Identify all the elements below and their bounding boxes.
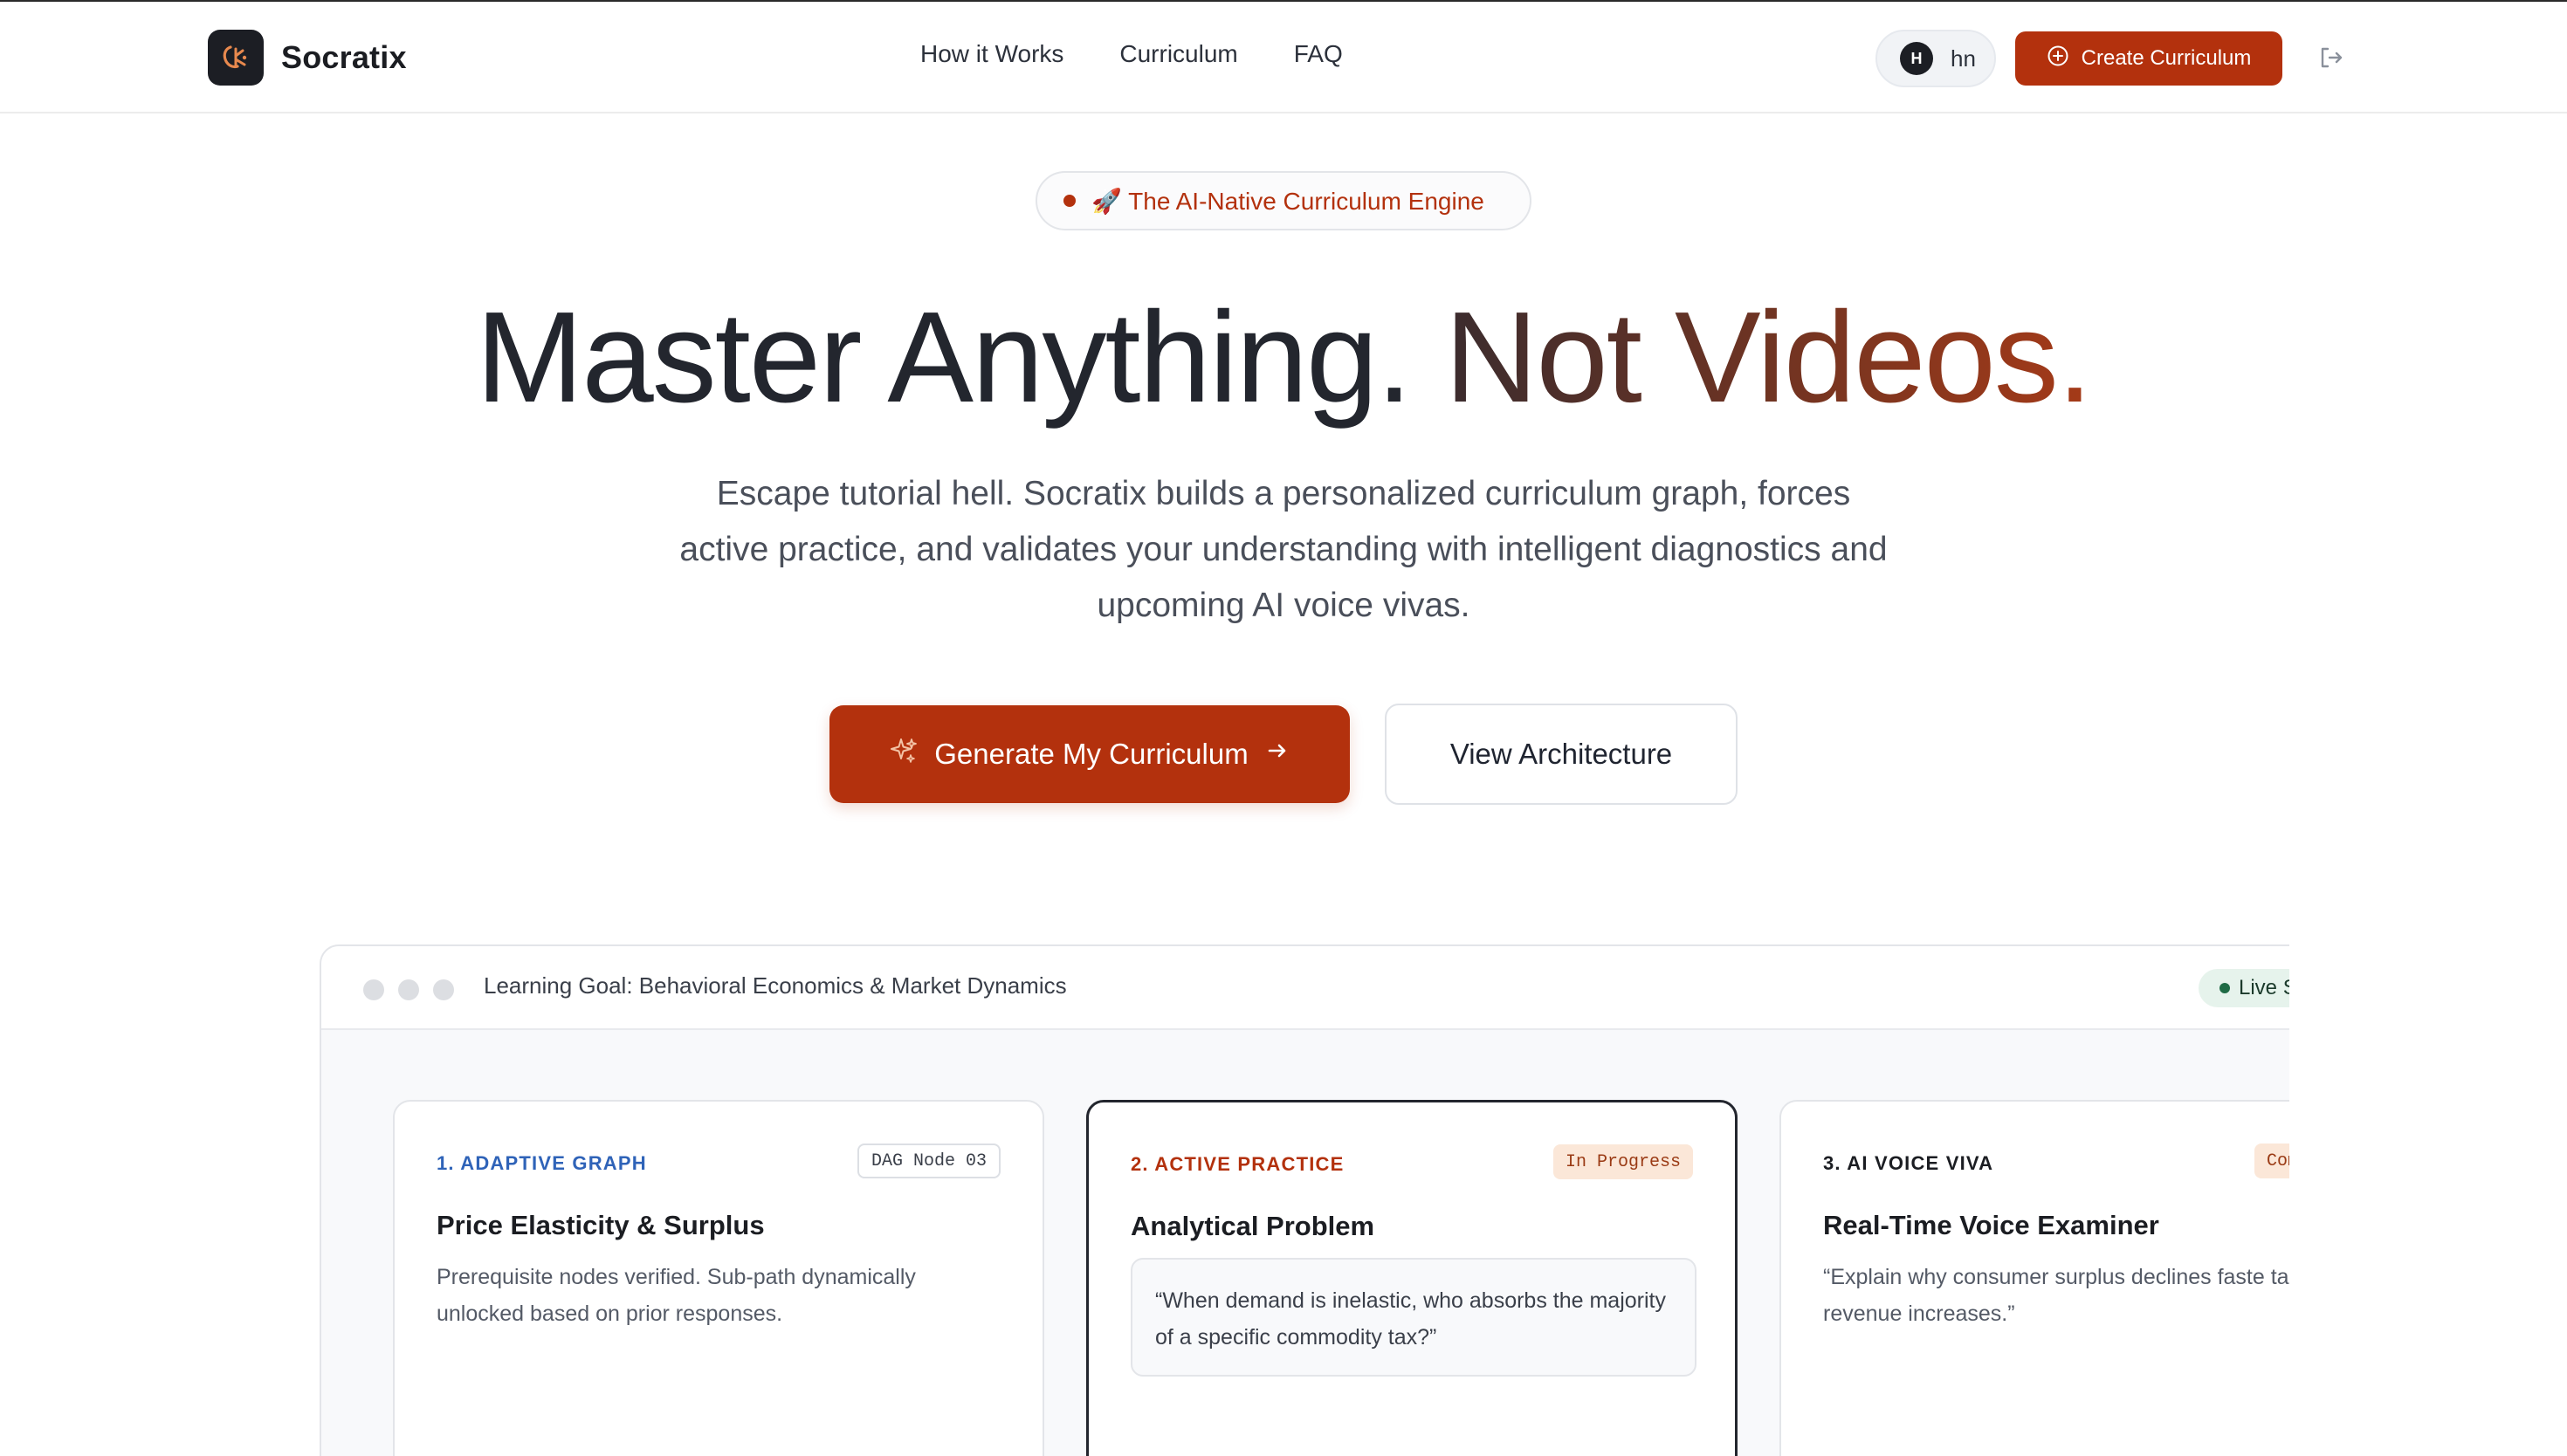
status-chip: Com xyxy=(2254,1144,2289,1178)
practice-question: “When demand is inelastic, who absorbs t… xyxy=(1131,1258,1696,1377)
brand[interactable]: Socratix xyxy=(208,30,407,86)
window-dot-minimize xyxy=(398,979,419,1000)
nav-how-it-works[interactable]: How it Works xyxy=(920,40,1063,68)
window-dot-close xyxy=(363,979,384,1000)
card-title: Price Elasticity & Surplus xyxy=(437,1210,765,1240)
logout-icon[interactable] xyxy=(2316,42,2347,73)
card-tag: 3. AI VOICE VIVA xyxy=(1823,1152,1994,1174)
learning-goal-title: Learning Goal: Behavioral Economics & Ma… xyxy=(484,972,1067,999)
headline-part-2: Not Videos. xyxy=(1444,285,2093,429)
badge-text: 🚀 The AI-Native Curriculum Engine xyxy=(1091,187,1484,215)
site-header: Socratix How it Works Curriculum FAQ H h… xyxy=(0,2,2567,113)
live-dot xyxy=(2219,983,2230,993)
window-dot-maximize xyxy=(433,979,454,1000)
nav-curriculum[interactable]: Curriculum xyxy=(1119,40,1237,68)
demo-window: Learning Goal: Behavioral Economics & Ma… xyxy=(320,944,2289,1456)
nav-faq[interactable]: FAQ xyxy=(1294,40,1343,68)
card-description: Prerequisite nodes verified. Sub-path dy… xyxy=(437,1265,916,1326)
user-avatar: H xyxy=(1900,42,1933,75)
dag-node-chip: DAG Node 03 xyxy=(857,1144,1001,1178)
in-progress-chip: In Progress xyxy=(1552,1144,1693,1179)
headline-part-1: Master Anything. xyxy=(476,285,1412,429)
arrow-right-icon xyxy=(1264,738,1290,771)
user-name: hn xyxy=(1951,45,1976,72)
card-title: Analytical Problem xyxy=(1131,1211,1375,1241)
live-status-badge: Live S xyxy=(2199,969,2289,1007)
live-status-text: Live S xyxy=(2239,976,2289,999)
card-adaptive-graph[interactable]: 1. ADAPTIVE GRAPH DAG Node 03 Price Elas… xyxy=(393,1100,1044,1456)
brand-name: Socratix xyxy=(281,39,407,75)
hero-badge: 🚀 The AI-Native Curriculum Engine xyxy=(1036,171,1531,230)
card-tag: 1. ADAPTIVE GRAPH xyxy=(437,1152,647,1174)
badge-dot xyxy=(1063,195,1076,207)
card-tag: 2. ACTIVE PRACTICE xyxy=(1131,1153,1345,1175)
demo-window-titlebar: Learning Goal: Behavioral Economics & Ma… xyxy=(321,946,2289,1030)
generate-curriculum-label: Generate My Curriculum xyxy=(934,738,1249,770)
main-nav: How it Works Curriculum FAQ xyxy=(920,40,1343,68)
hero-headline: Master Anything. Not Videos. xyxy=(0,279,2567,436)
page-margin-right xyxy=(2289,944,2567,1456)
card-description: “Explain why consumer surplus declines f… xyxy=(1823,1265,2289,1326)
create-curriculum-label: Create Curriculum xyxy=(2081,46,2252,70)
plus-circle-icon xyxy=(2047,45,2069,73)
window-controls xyxy=(363,979,454,1000)
card-title: Real-Time Voice Examiner xyxy=(1823,1210,2159,1240)
create-curriculum-button[interactable]: Create Curriculum xyxy=(2015,31,2282,86)
card-ai-voice-viva[interactable]: 3. AI VOICE VIVA Com Real-Time Voice Exa… xyxy=(1779,1100,2289,1456)
generate-curriculum-button[interactable]: Generate My Curriculum xyxy=(829,705,1350,803)
brand-logo-icon xyxy=(208,30,264,86)
user-menu[interactable]: H hn xyxy=(1875,30,1996,87)
card-active-practice[interactable]: 2. ACTIVE PRACTICE In Progress Analytica… xyxy=(1086,1100,1738,1456)
hero-subtitle: Escape tutorial hell. Socratix builds a … xyxy=(679,475,1888,624)
sparkle-icon xyxy=(889,736,919,773)
view-architecture-button[interactable]: View Architecture xyxy=(1385,704,1738,805)
